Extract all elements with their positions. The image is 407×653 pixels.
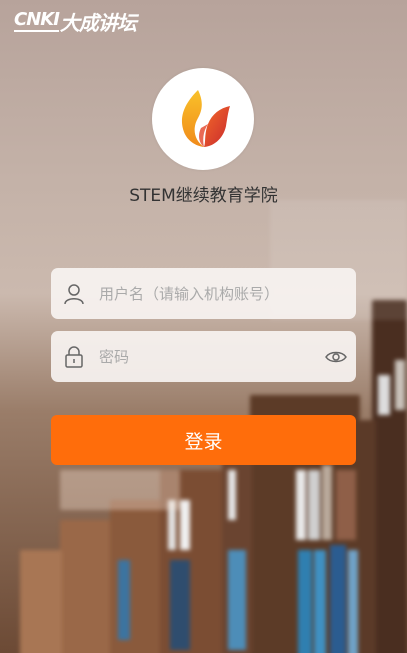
brand-prefix: CNKI	[14, 8, 60, 32]
password-field[interactable]	[51, 331, 356, 382]
lock-icon	[57, 331, 91, 382]
password-input[interactable]	[97, 335, 316, 378]
login-screen: CNKI 大成讲坛 STEM继续教育学院 用户名（请输入机构账号） 登录	[0, 0, 407, 653]
app-logo	[152, 68, 254, 170]
brand-logo: CNKI 大成讲坛	[14, 8, 154, 35]
username-field[interactable]	[51, 268, 356, 319]
username-input[interactable]	[97, 272, 356, 315]
user-icon	[57, 268, 91, 319]
app-title: STEM继续教育学院	[129, 186, 278, 206]
brand-name: 大成讲坛	[59, 10, 137, 35]
flame-logo-icon	[181, 90, 230, 147]
login-button[interactable]: 登录	[51, 415, 356, 465]
eye-icon[interactable]	[316, 331, 356, 382]
